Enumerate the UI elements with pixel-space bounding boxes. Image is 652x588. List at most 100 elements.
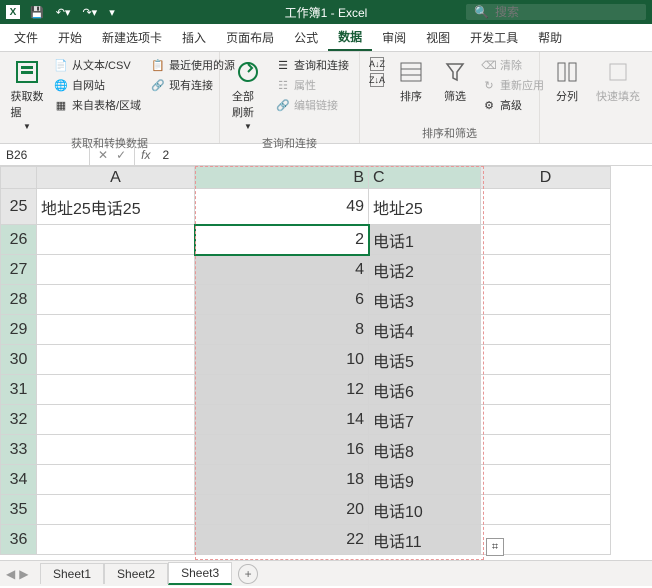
cell-A36[interactable] [37, 525, 195, 555]
cell-C25[interactable]: 地址25 [369, 189, 481, 225]
column-header-D[interactable]: D [481, 167, 611, 189]
formula-input[interactable]: 2 [156, 148, 652, 162]
cell-B30[interactable]: 10 [195, 345, 369, 375]
cell-D30[interactable] [481, 345, 611, 375]
row-header-27[interactable]: 27 [1, 255, 37, 285]
menu-help[interactable]: 帮助 [528, 25, 572, 50]
advanced-filter-button[interactable]: ⚙高级 [480, 96, 546, 114]
filter-button[interactable]: 筛选 [436, 56, 474, 114]
refresh-all-button[interactable]: 全部刷新 ▼ [228, 56, 268, 133]
cell-B32[interactable]: 14 [195, 405, 369, 435]
edit-links-button[interactable]: 🔗编辑链接 [274, 96, 351, 114]
row-header-29[interactable]: 29 [1, 315, 37, 345]
from-text-csv-button[interactable]: 📄从文本/CSV [52, 56, 143, 74]
column-header-C[interactable]: C [369, 167, 481, 189]
cell-C32[interactable]: 电话7 [369, 405, 481, 435]
cell-C35[interactable]: 电话10 [369, 495, 481, 525]
text-to-columns-button[interactable]: 分列 [548, 56, 586, 106]
cell-C36[interactable]: 电话11 [369, 525, 481, 555]
cell-B36[interactable]: 22 [195, 525, 369, 555]
sheet-nav-prev-icon[interactable]: ◀ [6, 567, 15, 581]
row-header-25[interactable]: 25 [1, 189, 37, 225]
add-sheet-button[interactable]: + [238, 564, 258, 584]
cell-C27[interactable]: 电话2 [369, 255, 481, 285]
clear-filter-button[interactable]: ⌫清除 [480, 56, 546, 74]
cell-B35[interactable]: 20 [195, 495, 369, 525]
cell-C28[interactable]: 电话3 [369, 285, 481, 315]
cell-B25[interactable]: 49 [195, 189, 369, 225]
fx-icon[interactable]: fx [135, 148, 156, 162]
cell-B31[interactable]: 12 [195, 375, 369, 405]
cell-B34[interactable]: 18 [195, 465, 369, 495]
row-header-30[interactable]: 30 [1, 345, 37, 375]
cell-D32[interactable] [481, 405, 611, 435]
reapply-button[interactable]: ↻重新应用 [480, 76, 546, 94]
cell-D35[interactable] [481, 495, 611, 525]
quick-analysis-icon[interactable]: ⌗ [486, 538, 504, 556]
cell-A30[interactable] [37, 345, 195, 375]
properties-button[interactable]: ☷属性 [274, 76, 351, 94]
cell-D29[interactable] [481, 315, 611, 345]
cell-C34[interactable]: 电话9 [369, 465, 481, 495]
cell-C30[interactable]: 电话5 [369, 345, 481, 375]
menu-pagelayout[interactable]: 页面布局 [216, 25, 284, 50]
cancel-icon[interactable]: ✕ [98, 148, 108, 162]
menu-data[interactable]: 数据 [328, 24, 372, 51]
menu-view[interactable]: 视图 [416, 25, 460, 50]
cell-A33[interactable] [37, 435, 195, 465]
row-header-35[interactable]: 35 [1, 495, 37, 525]
menu-home[interactable]: 开始 [48, 25, 92, 50]
cell-A27[interactable] [37, 255, 195, 285]
sheet-tab-2[interactable]: Sheet2 [104, 563, 168, 584]
cell-C26[interactable]: 电话1 [369, 225, 481, 255]
menu-newtab[interactable]: 新建选项卡 [92, 25, 172, 50]
cell-C33[interactable]: 电话8 [369, 435, 481, 465]
from-table-button[interactable]: ▦来自表格/区域 [52, 96, 143, 114]
sheet-nav-next-icon[interactable]: ▶ [19, 567, 28, 581]
cell-A26[interactable] [37, 225, 195, 255]
cell-D34[interactable] [481, 465, 611, 495]
get-data-button[interactable]: 获取数 据 ▼ [8, 56, 46, 133]
sort-button[interactable]: 排序 [392, 56, 430, 114]
sheet-tab-1[interactable]: Sheet1 [40, 563, 104, 584]
menu-file[interactable]: 文件 [4, 25, 48, 50]
redo-icon[interactable]: ↷▾ [80, 6, 99, 19]
cell-A25[interactable]: 地址25电话25 [37, 189, 195, 225]
sheet-tab-3[interactable]: Sheet3 [168, 562, 232, 585]
cell-B26[interactable]: 2 [195, 225, 369, 255]
cell-D28[interactable] [481, 285, 611, 315]
save-icon[interactable]: 💾 [28, 6, 46, 19]
row-header-36[interactable]: 36 [1, 525, 37, 555]
search-box[interactable]: 🔍 [466, 4, 646, 20]
name-box[interactable]: B26 [0, 144, 90, 165]
cell-A32[interactable] [37, 405, 195, 435]
confirm-icon[interactable]: ✓ [116, 148, 126, 162]
select-all-corner[interactable] [1, 167, 37, 189]
cell-B27[interactable]: 4 [195, 255, 369, 285]
sort-asc-button[interactable]: A↓Z [368, 56, 386, 72]
cell-A28[interactable] [37, 285, 195, 315]
cell-C29[interactable]: 电话4 [369, 315, 481, 345]
cell-A34[interactable] [37, 465, 195, 495]
cell-C31[interactable]: 电话6 [369, 375, 481, 405]
cell-D31[interactable] [481, 375, 611, 405]
flash-fill-button[interactable]: 快速填充 [592, 56, 644, 106]
cell-D25[interactable] [481, 189, 611, 225]
row-header-33[interactable]: 33 [1, 435, 37, 465]
row-header-34[interactable]: 34 [1, 465, 37, 495]
row-header-28[interactable]: 28 [1, 285, 37, 315]
cell-B33[interactable]: 16 [195, 435, 369, 465]
undo-icon[interactable]: ↶▾ [54, 6, 73, 19]
sort-desc-button[interactable]: Z↓A [368, 72, 386, 88]
menu-formulas[interactable]: 公式 [284, 25, 328, 50]
menu-review[interactable]: 审阅 [372, 25, 416, 50]
row-header-31[interactable]: 31 [1, 375, 37, 405]
column-header-B[interactable]: B [195, 167, 369, 189]
cell-D33[interactable] [481, 435, 611, 465]
row-header-32[interactable]: 32 [1, 405, 37, 435]
row-header-26[interactable]: 26 [1, 225, 37, 255]
cell-A35[interactable] [37, 495, 195, 525]
spreadsheet-grid[interactable]: ABCD25地址25电话2549地址25262电话1274电话2286电话329… [0, 166, 652, 560]
cell-A29[interactable] [37, 315, 195, 345]
cell-B28[interactable]: 6 [195, 285, 369, 315]
